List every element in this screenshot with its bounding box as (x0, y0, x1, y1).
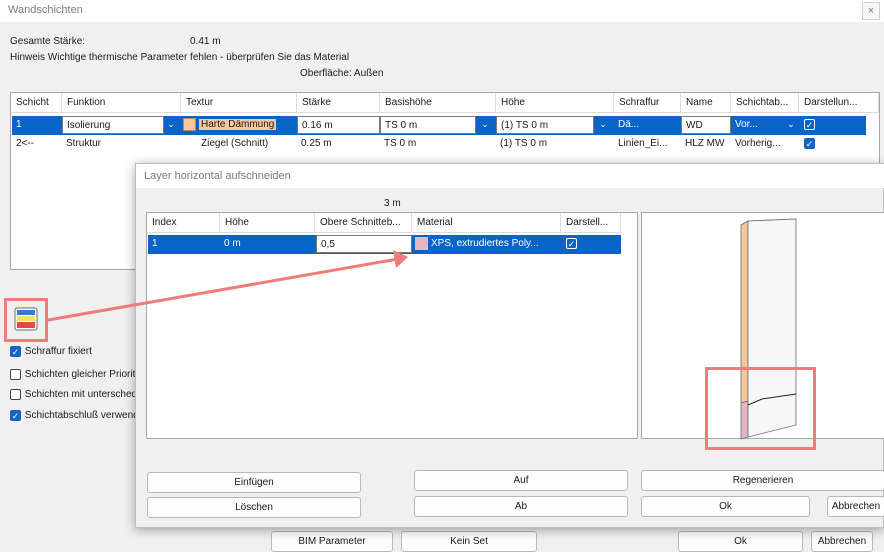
texture-select[interactable]: Harte Dämmung (181, 116, 297, 134)
col-header-obere[interactable]: Obere Schnitteb... (315, 213, 412, 233)
main-cancel-button[interactable]: Abbrechen (811, 531, 873, 552)
checkbox-label: Schichtabschluß verwend (24, 410, 139, 422)
surface-label: Oberfläche: Außen (300, 68, 384, 79)
material-swatch (415, 236, 428, 250)
total-thickness-value: 0.41 m (190, 36, 221, 47)
col-header-hoehe[interactable]: Höhe (496, 93, 614, 113)
checkbox-schraffur-fixiert[interactable]: ✓ Schraffur fixiert (10, 346, 92, 360)
checkbox-gleiche-prioritaet[interactable]: Schichten gleicher Priorit (10, 369, 135, 383)
chevron-down-icon[interactable]: ⌄ (784, 117, 798, 133)
funktion-select[interactable]: Isolierung (62, 116, 164, 134)
display-checkbox[interactable]: ✓ (800, 116, 840, 134)
height-value: 3 m (384, 198, 401, 209)
checkbox-label: Schichten mit untersched (24, 389, 138, 401)
material-select[interactable]: XPS, extrudiertes Poly... (413, 235, 561, 253)
col-header-schraffur[interactable]: Schraffur (614, 93, 681, 113)
cell-funktion: Struktur (66, 138, 102, 149)
cell-basishoehe: TS 0 m (384, 138, 417, 149)
layer-cut-icon (14, 307, 38, 331)
insert-button[interactable]: Einfügen (147, 472, 361, 493)
table-row[interactable]: 1 Isolierung ⌄ Harte Dämmung 0.16 m TS 0… (12, 116, 866, 135)
close-button[interactable]: × (862, 2, 880, 20)
cell-schichtabschluss: Vorherig... (735, 138, 781, 149)
cell-name: HLZ MW (685, 138, 725, 149)
check-icon: ✓ (804, 137, 815, 149)
checkbox-label: Schichten gleicher Priorit (24, 369, 136, 381)
annotation-highlight (705, 367, 816, 450)
cut-table: Index Höhe Obere Schnitteb... Material D… (146, 212, 638, 439)
base-height-select[interactable]: TS 0 m (380, 116, 476, 134)
cell-index: 1 (152, 238, 158, 249)
layer-cut-button[interactable] (14, 307, 38, 331)
unchecked-box (10, 389, 21, 400)
checkbox-schichtabschluss[interactable]: ✓ Schichtabschluß verwend (10, 410, 139, 424)
down-button[interactable]: Ab (414, 496, 628, 517)
hatch-select[interactable]: Dä... (614, 116, 680, 134)
display-checkbox[interactable]: ✓ (800, 135, 840, 153)
col-header-funktion[interactable]: Funktion (62, 93, 181, 113)
total-thickness-label: Gesamte Stärke: (10, 36, 86, 47)
overlay-ok-button[interactable]: Ok (641, 496, 810, 517)
check-icon: ✓ (566, 237, 577, 249)
name-input[interactable]: WD (681, 116, 731, 134)
unchecked-box (10, 369, 21, 380)
col-header-darstellung[interactable]: Darstellun... (799, 93, 879, 113)
cell-schicht: 2<-- (16, 138, 35, 149)
display-checkbox[interactable]: ✓ (562, 235, 620, 253)
table-row[interactable]: 1 0 m 0,5 XPS, extrudiertes Poly... ✓ (148, 235, 621, 254)
hint-text: Hinweis Wichtige thermische Parameter fe… (10, 52, 350, 63)
height-select[interactable]: (1) TS 0 m (496, 116, 594, 134)
col-header-material[interactable]: Material (412, 213, 561, 233)
up-button[interactable]: Auf (414, 470, 628, 491)
cell-hoehe: (1) TS 0 m (500, 138, 548, 149)
title-bar: Wandschichten × (0, 0, 884, 22)
cell-staerke: 0.25 m (301, 138, 332, 149)
check-icon: ✓ (10, 410, 21, 421)
checkbox-label: Schraffur fixiert (24, 346, 92, 358)
thickness-input[interactable]: 0.16 m (297, 116, 380, 134)
check-icon: ✓ (804, 118, 815, 130)
main-ok-button[interactable]: Ok (678, 531, 803, 552)
chevron-down-icon[interactable]: ⌄ (596, 117, 610, 133)
window-title: Layer horizontal aufschneiden (144, 170, 291, 182)
window-title: Wandschichten (8, 4, 83, 16)
layer-end-select[interactable]: Vor... (731, 116, 783, 134)
col-header-index[interactable]: Index (147, 213, 220, 233)
col-header-name[interactable]: Name (681, 93, 731, 113)
delete-button[interactable]: Löschen (147, 497, 361, 518)
close-icon: × (867, 5, 875, 17)
col-header-schicht[interactable]: Schicht (11, 93, 62, 113)
cell-hoehe: 0 m (224, 238, 241, 249)
cell-schraffur: Linien_Ei... (618, 138, 668, 149)
col-header-schichtabschluss[interactable]: Schichtab... (731, 93, 799, 113)
col-header-basishoehe[interactable]: Basishöhe (380, 93, 496, 113)
layer-cut-dialog: Layer horizontal aufschneiden 3 m Index … (135, 163, 884, 528)
checkbox-unterschiedlich[interactable]: Schichten mit untersched (10, 389, 137, 403)
title-bar: Layer horizontal aufschneiden (136, 164, 884, 188)
texture-name: Harte Dämmung (199, 119, 277, 130)
col-header-staerke[interactable]: Stärke (297, 93, 380, 113)
overlay-cancel-button[interactable]: Abbrechen (827, 496, 884, 517)
check-icon: ✓ (10, 346, 21, 357)
chevron-down-icon[interactable]: ⌄ (164, 117, 178, 133)
material-name: XPS, extrudiertes Poly... (431, 238, 539, 249)
upper-cut-input[interactable]: 0,5 (316, 235, 412, 253)
kein-set-button[interactable]: Kein Set (401, 531, 537, 552)
col-header-darstellung[interactable]: Darstell... (561, 213, 621, 233)
col-header-textur[interactable]: Textur (181, 93, 297, 113)
col-header-hoehe[interactable]: Höhe (220, 213, 315, 233)
table-row[interactable]: 2<-- Struktur Ziegel (Schnitt) 0.25 m TS… (12, 135, 866, 154)
cell-schicht: 1 (16, 119, 22, 130)
texture-swatch (183, 117, 196, 131)
chevron-down-icon[interactable]: ⌄ (478, 117, 492, 133)
bim-parameter-button[interactable]: BIM Parameter (271, 531, 393, 552)
cell-textur: Ziegel (Schnitt) (201, 138, 269, 149)
regenerate-button[interactable]: Regenerieren (641, 470, 884, 491)
